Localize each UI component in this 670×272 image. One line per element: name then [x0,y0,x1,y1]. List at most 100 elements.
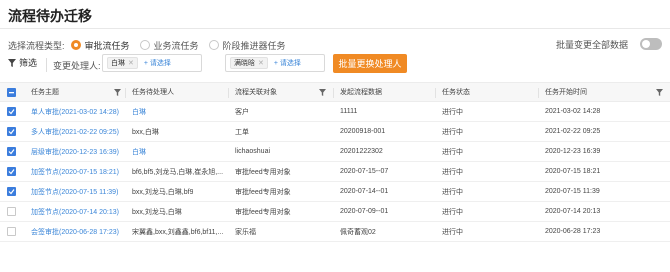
from-user-select[interactable]: 白琳 ✕ + 请选择 [102,54,202,72]
task-data: 佩奇蓄观02 [340,228,376,236]
task-handler: bf6,bf5,刘龙马,白琳,崔永旭,... [132,168,224,176]
check-icon [8,129,15,135]
batch-all-toggle[interactable] [640,38,662,50]
task-handler: bxx,刘龙马,白琳 [132,208,182,216]
radio-business-task[interactable]: 业务流任务 [139,39,199,52]
radio-icon [208,40,219,50]
row-checkbox[interactable] [7,107,16,116]
task-object: 审批feed专用对象 [235,188,291,196]
tag-text: 白琳 [111,60,125,67]
column-divider [333,88,334,98]
table-row[interactable]: 会签审批(2020-06-28 17:23) 宋翼鑫,bxx,刘鑫鑫,bf6,b… [0,222,670,242]
minus-icon [9,91,14,93]
table-header: 任务主题 任务待处理人 流程关联对象 发起流程数据 任务状态 任务开始时间 [0,82,670,102]
task-data: 2020-07-09--01 [340,208,389,215]
table-row[interactable]: 加签节点(2020-07-14 20:13) bxx,刘龙马,白琳 审批feed… [0,202,670,222]
filter-icon [8,58,16,67]
filter-icon[interactable] [114,89,121,96]
column-divider [538,88,539,98]
task-status: 进行中 [442,148,463,156]
task-data: 20201222302 [340,148,383,155]
task-status: 进行中 [442,168,463,176]
header-start-time: 任务开始时间 [545,89,587,96]
table-row[interactable]: 单人审批(2021-03-02 14:28) 白琳 客户 11111 进行中 2… [0,102,670,122]
task-subject-link[interactable]: 加签节点(2020-07-15 18:21) [31,162,119,181]
row-checkbox[interactable] [7,187,16,196]
task-status: 进行中 [442,128,463,136]
table-row[interactable]: 加签节点(2020-07-15 11:39) bxx,刘龙马,白琳,bf9 审批… [0,182,670,202]
title-divider [0,28,670,29]
header-data: 发起流程数据 [340,89,382,96]
task-start-time: 2020-07-15 18:21 [545,168,601,175]
task-data: 20200918-001 [340,128,386,135]
table-row[interactable]: 多人审批(2021-02-22 09:25) bxx,白琳 工单 2020091… [0,122,670,142]
radio-selected-icon [70,40,81,50]
table-row[interactable]: 层级审批(2020-12-23 16:39) 白琳 lichaoshuai 20… [0,142,670,162]
row-checkbox[interactable] [7,147,16,156]
close-icon[interactable]: ✕ [258,59,264,67]
select-all-checkbox[interactable] [7,87,16,97]
check-icon [8,149,15,155]
filter-icon[interactable] [319,89,326,96]
radio-label: 审批流任务 [84,40,130,51]
task-object: lichaoshuai [235,148,271,155]
task-status: 进行中 [442,208,463,216]
task-subject-link[interactable]: 会签审批(2020-06-28 17:23) [31,222,119,241]
task-start-time: 2020-07-14 20:13 [545,208,601,215]
task-object: 客户 [235,108,249,116]
table-row[interactable]: 加签节点(2020-07-15 18:21) bf6,bf5,刘龙马,白琳,崔永… [0,162,670,182]
from-add-link[interactable]: + 请选择 [144,58,171,68]
task-object: 审批feed专用对象 [235,208,291,216]
check-icon [8,169,15,175]
header-object: 流程关联对象 [235,89,277,96]
task-handler[interactable]: 白琳 [132,102,146,121]
check-icon [8,189,15,195]
filter-button[interactable]: 筛选 [8,56,37,69]
row-checkbox[interactable] [7,127,16,136]
task-start-time: 2020-06-28 17:23 [545,228,601,235]
header-status: 任务状态 [442,89,470,96]
task-subject-link[interactable]: 层级审批(2020-12-23 16:39) [31,142,119,161]
task-start-time: 2021-03-02 14:28 [545,108,601,115]
task-status: 进行中 [442,108,463,116]
radio-stage-task[interactable]: 阶段推进器任务 [208,39,286,52]
header-handler: 任务待处理人 [132,89,174,96]
batch-all-label: 批量变更全部数据 [555,40,628,50]
row-checkbox[interactable] [7,167,16,176]
radio-label: 阶段推进器任务 [222,40,286,51]
close-icon[interactable]: ✕ [128,59,134,67]
batch-change-handler-button[interactable]: 批量更换处理人 [333,54,407,73]
task-subject-link[interactable]: 单人审批(2021-03-02 14:28) [31,102,119,121]
task-status: 进行中 [442,228,463,236]
task-handler: bxx,刘龙马,白琳,bf9 [132,188,194,196]
type-selector-row: 选择流程类型: 审批流任务 业务流任务 阶段推进器任务 批量变更全部数据 [8,38,662,52]
check-icon [8,109,15,115]
select-all-cell [7,83,16,101]
to-add-link[interactable]: + 请选择 [274,58,301,68]
column-divider [435,88,436,98]
column-divider [125,88,126,98]
filter-icon[interactable] [656,89,663,96]
task-data: 2020-07-15--07 [340,168,389,175]
task-handler[interactable]: 白琳 [132,142,146,161]
radio-label: 业务流任务 [153,40,199,51]
toolbar-divider [46,58,47,72]
tag-text: 满晓晗 [234,60,255,67]
radio-approval-task[interactable]: 审批流任务 [70,39,130,52]
change-handler-label: 变更处理人: [53,61,101,71]
task-subject-link[interactable]: 加签节点(2020-07-15 11:39) [31,182,118,201]
task-start-time: 2020-07-15 11:39 [545,188,600,195]
task-start-time: 2021-02-22 09:25 [545,128,601,135]
filter-label: 筛选 [19,58,38,68]
task-handler: 宋翼鑫,bxx,刘鑫鑫,bf6,bf11,... [132,228,224,236]
task-object: 工单 [235,128,249,136]
to-user-tag: 满晓晗 ✕ [230,57,268,69]
row-checkbox[interactable] [7,227,16,236]
to-user-select[interactable]: 满晓晗 ✕ + 请选择 [225,54,325,72]
task-subject-link[interactable]: 加签节点(2020-07-14 20:13) [31,202,119,221]
task-subject-link[interactable]: 多人审批(2021-02-22 09:25) [31,122,119,141]
radio-icon [139,40,150,50]
toolbar: 筛选 变更处理人: 白琳 ✕ + 请选择 → 满晓晗 ✕ + 请选择 批量更换处… [0,54,670,76]
row-checkbox[interactable] [7,207,16,216]
task-table: 任务主题 任务待处理人 流程关联对象 发起流程数据 任务状态 任务开始时间 单人… [0,82,670,242]
